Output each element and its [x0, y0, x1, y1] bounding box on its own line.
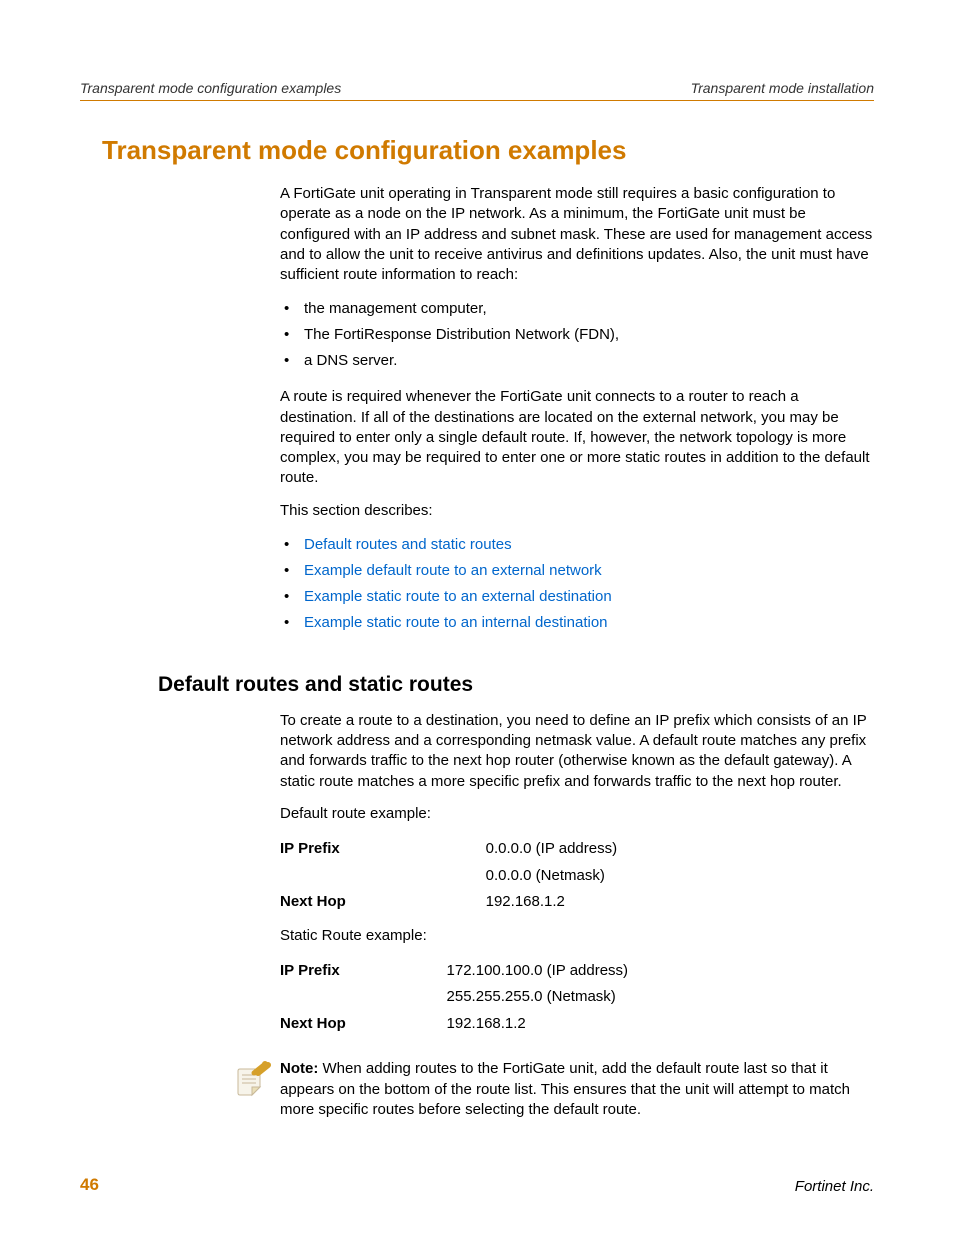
note-label: Note: — [280, 1060, 318, 1077]
header-left: Transparent mode configuration examples — [80, 80, 341, 96]
note-body: When adding routes to the FortiGate unit… — [280, 1060, 850, 1118]
heading-1: Transparent mode configuration examples — [102, 135, 874, 166]
ip-prefix-netmask-value: 0.0.0.0 (Netmask) — [486, 863, 874, 890]
list-item: The FortiResponse Distribution Network (… — [280, 323, 874, 347]
page-number: 46 — [80, 1175, 99, 1195]
routes-paragraph-1: To create a route to a destination, you … — [280, 711, 874, 792]
next-hop-value: 192.168.1.2 — [486, 889, 874, 916]
intro-paragraph-1: A FortiGate unit operating in Transparen… — [280, 184, 874, 285]
next-hop-label: Next Hop — [280, 889, 486, 916]
table-row: IP Prefix 172.100.100.0 (IP address) — [280, 958, 874, 985]
heading-2: Default routes and static routes — [158, 673, 874, 697]
table-row: Next Hop 192.168.1.2 — [280, 889, 874, 916]
page-footer: 46 Fortinet Inc. — [80, 1135, 874, 1195]
running-header: Transparent mode configuration examples … — [80, 80, 874, 101]
list-item: a DNS server. — [280, 349, 874, 373]
next-hop-label: Next Hop — [280, 1011, 447, 1038]
ip-prefix-label: IP Prefix — [280, 958, 447, 985]
list-item: Example static route to an internal dest… — [280, 611, 874, 635]
link-default-routes[interactable]: Default routes and static routes — [304, 536, 512, 553]
list-item: Default routes and static routes — [280, 533, 874, 557]
note-text: Note: When adding routes to the FortiGat… — [280, 1059, 874, 1120]
note-icon — [232, 1061, 272, 1107]
ip-prefix-label: IP Prefix — [280, 836, 486, 863]
table-row: 255.255.255.0 (Netmask) — [280, 984, 874, 1011]
link-example-static-route-internal[interactable]: Example static route to an internal dest… — [304, 614, 608, 631]
link-example-static-route-external[interactable]: Example static route to an external dest… — [304, 588, 612, 605]
ip-prefix-netmask-value: 255.255.255.0 (Netmask) — [447, 984, 874, 1011]
table-row: 0.0.0.0 (Netmask) — [280, 863, 874, 890]
table-row: IP Prefix 0.0.0.0 (IP address) — [280, 836, 874, 863]
static-route-example-table: IP Prefix 172.100.100.0 (IP address) 255… — [280, 958, 874, 1038]
section-links-list: Default routes and static routes Example… — [280, 533, 874, 637]
static-example-heading: Static Route example: — [280, 926, 874, 946]
footer-company: Fortinet Inc. — [795, 1178, 874, 1195]
intro-bullet-list: the management computer, The FortiRespon… — [280, 297, 874, 375]
next-hop-value: 192.168.1.2 — [447, 1011, 874, 1038]
ip-prefix-address-value: 0.0.0.0 (IP address) — [486, 836, 874, 863]
intro-paragraph-2: A route is required whenever the FortiGa… — [280, 387, 874, 488]
list-item: Example default route to an external net… — [280, 559, 874, 583]
default-example-heading: Default route example: — [280, 804, 874, 824]
list-item: Example static route to an external dest… — [280, 585, 874, 609]
header-right: Transparent mode installation — [691, 80, 874, 96]
list-item: the management computer, — [280, 297, 874, 321]
note-block: Note: When adding routes to the FortiGat… — [232, 1059, 874, 1120]
document-page: Transparent mode configuration examples … — [0, 0, 954, 1235]
intro-paragraph-3: This section describes: — [280, 501, 874, 521]
link-example-default-route-external[interactable]: Example default route to an external net… — [304, 562, 602, 579]
ip-prefix-address-value: 172.100.100.0 (IP address) — [447, 958, 874, 985]
table-row: Next Hop 192.168.1.2 — [280, 1011, 874, 1038]
default-route-example-table: IP Prefix 0.0.0.0 (IP address) 0.0.0.0 (… — [280, 836, 874, 916]
